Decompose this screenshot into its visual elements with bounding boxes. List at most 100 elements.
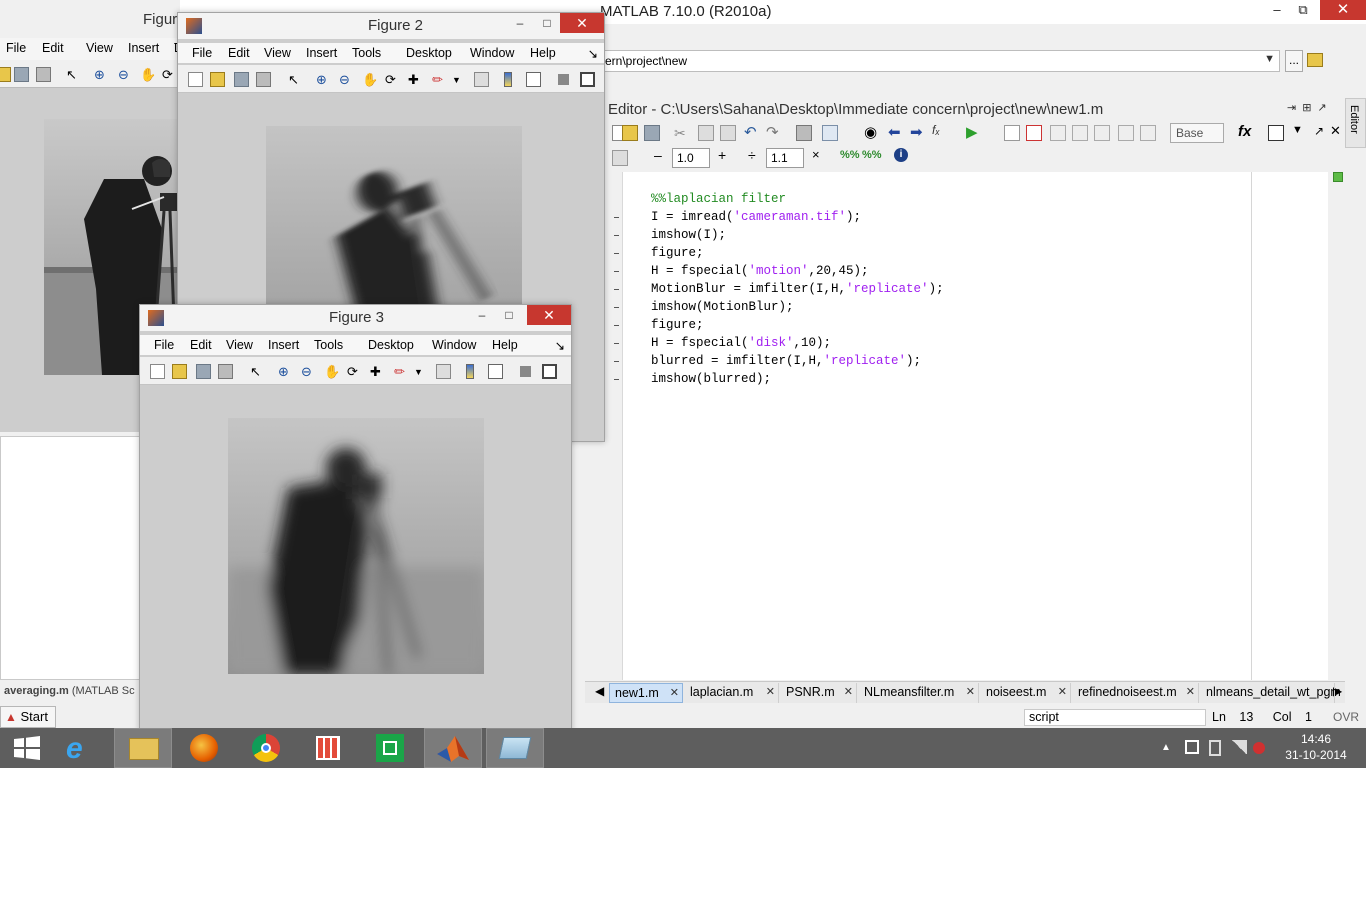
open-icon[interactable] (172, 364, 187, 379)
undo-icon[interactable]: ↶ (744, 123, 760, 141)
minimize-button[interactable]: – (1264, 0, 1290, 20)
print-icon[interactable] (796, 125, 812, 141)
editor-tab[interactable]: nlmeans_detail_wt_pgm (1201, 683, 1341, 703)
taskbar-notepad[interactable] (486, 728, 544, 768)
print-icon[interactable] (36, 67, 51, 82)
pointer-icon[interactable]: ↖ (250, 364, 265, 379)
remove-cell-divider-icon[interactable]: %% (862, 149, 882, 165)
network-signal-icon[interactable] (1231, 740, 1247, 754)
multiply-icon[interactable]: × (812, 147, 828, 163)
exit-debug-icon[interactable] (1140, 125, 1156, 141)
continue-icon[interactable] (1118, 125, 1134, 141)
cell-increment-value-a[interactable]: 1.0 (672, 148, 710, 168)
menu-item-window[interactable]: Window (432, 338, 476, 352)
show-plot-tools-icon[interactable] (580, 72, 595, 87)
taskbar-internet-explorer[interactable]: e (52, 728, 110, 768)
dock-icon[interactable]: ↘ (588, 46, 598, 61)
figure3-window[interactable]: Figure 3 – □ ✕ ↘ File Edit View Insert Tools… (139, 304, 572, 732)
cell-eval-icon[interactable] (612, 150, 628, 166)
menu-item[interactable]: View (86, 41, 113, 55)
new-figure-icon[interactable] (150, 364, 165, 379)
menu-item-view[interactable]: View (264, 46, 291, 60)
pan-icon[interactable]: ✋ (362, 72, 378, 87)
zoom-in-icon[interactable]: ⊕ (278, 364, 293, 379)
open-icon[interactable] (210, 72, 225, 87)
run-icon[interactable]: ▶ (966, 123, 982, 141)
menu-item-file[interactable]: File (154, 338, 174, 352)
maximize-button[interactable]: □ (535, 14, 559, 32)
editor-tab[interactable]: noiseest.m ✕ (981, 683, 1071, 703)
binoculars-icon[interactable]: ◉ (864, 123, 880, 141)
menu-item-tools[interactable]: Tools (352, 46, 381, 60)
code-line[interactable]: imshow(blurred); (651, 370, 944, 388)
menu-item-tools[interactable]: Tools (314, 338, 343, 352)
zoom-out-icon[interactable]: ⊖ (301, 364, 316, 379)
rotate-icon[interactable]: ⟳ (162, 67, 177, 82)
taskbar-matlab[interactable] (424, 728, 482, 768)
pan-icon[interactable]: ✋ (324, 364, 340, 379)
code-line[interactable]: H = fspecial('disk',10); (651, 334, 944, 352)
save-icon[interactable] (234, 72, 249, 87)
redo-icon[interactable]: ↷ (766, 123, 782, 141)
restore-button[interactable]: ⧉ (1290, 0, 1316, 20)
taskbar-chrome[interactable] (238, 728, 296, 768)
code-line[interactable]: blurred = imfilter(I,H,'replicate'); (651, 352, 944, 370)
legend-icon[interactable] (488, 364, 503, 379)
colorbar-icon[interactable] (504, 72, 512, 87)
link-plot-icon[interactable] (436, 364, 451, 379)
close-button[interactable]: ✕ (560, 13, 604, 33)
minimize-button[interactable]: – (508, 14, 532, 32)
menu-item[interactable]: Edit (42, 41, 64, 55)
zoom-in-icon[interactable]: ⊕ (316, 72, 331, 87)
tab-scroll-left-icon[interactable]: ◀ (595, 684, 604, 698)
menu-item-insert[interactable]: Insert (268, 338, 299, 352)
pan-icon[interactable]: ✋ (140, 67, 156, 82)
hide-plot-tools-icon[interactable] (558, 74, 569, 85)
menu-item[interactable]: Insert (128, 41, 159, 55)
code-line[interactable]: figure; (651, 316, 944, 334)
brush-icon[interactable]: ✏ (394, 364, 409, 379)
code-line[interactable]: figure; (651, 244, 944, 262)
taskbar-store[interactable] (362, 728, 420, 768)
code-line[interactable]: I = imread('cameraman.tif'); (651, 208, 944, 226)
editor-tab[interactable]: laplacian.m ✕ (685, 683, 779, 703)
battery-icon[interactable] (1209, 740, 1221, 756)
layout-icon[interactable] (1268, 125, 1284, 141)
zoom-in-icon[interactable]: ⊕ (94, 67, 109, 82)
taskbar-firefox[interactable] (176, 728, 234, 768)
save-icon[interactable] (196, 364, 211, 379)
step-out-icon[interactable] (1094, 125, 1110, 141)
editor-tab[interactable]: new1.m ✕ (609, 683, 683, 703)
rotate-icon[interactable]: ⟳ (347, 364, 362, 379)
stack-base-select[interactable]: Base (1170, 123, 1224, 143)
code-analyzer-ok-indicator[interactable] (1333, 172, 1343, 182)
close-editor-icon[interactable]: ✕ (1330, 123, 1346, 139)
brush-icon[interactable]: ✏ (432, 72, 447, 87)
divide-icon[interactable]: ÷ (748, 147, 764, 163)
code-line[interactable]: %%laplacian filter (651, 190, 944, 208)
menu-item-file[interactable]: File (192, 46, 212, 60)
pointer-icon[interactable]: ↖ (288, 72, 303, 87)
clear-breakpoints-icon[interactable] (1026, 125, 1042, 141)
chevron-down-icon[interactable]: ▼ (1292, 124, 1308, 140)
breakpoint-dash[interactable] (614, 379, 619, 380)
close-tab-icon[interactable]: ✕ (766, 685, 775, 698)
menu-item-window[interactable]: Window (470, 46, 514, 60)
save-icon[interactable] (644, 125, 660, 141)
breakpoint-dash[interactable] (614, 325, 619, 326)
close-tab-icon[interactable]: ✕ (1058, 685, 1067, 698)
zoom-out-icon[interactable]: ⊖ (339, 72, 354, 87)
minimize-button[interactable]: – (470, 306, 494, 324)
editor-tab[interactable]: refinednoiseest.m ✕ (1073, 683, 1199, 703)
taskbar-file-explorer[interactable] (114, 728, 172, 768)
link-plot-icon[interactable] (474, 72, 489, 87)
colorbar-icon[interactable] (466, 364, 474, 379)
up-folder-icon[interactable] (1307, 53, 1323, 67)
menu-item-edit[interactable]: Edit (190, 338, 212, 352)
close-tab-icon[interactable]: ✕ (844, 685, 853, 698)
data-cursor-icon[interactable]: ✚ (370, 364, 385, 379)
insert-cell-divider-icon[interactable]: %% (840, 149, 860, 165)
current-folder-path[interactable]: ern\project\new ▼ (600, 50, 1280, 72)
close-tab-icon[interactable]: ✕ (966, 685, 975, 698)
fx-icon[interactable]: fx (1238, 123, 1254, 140)
